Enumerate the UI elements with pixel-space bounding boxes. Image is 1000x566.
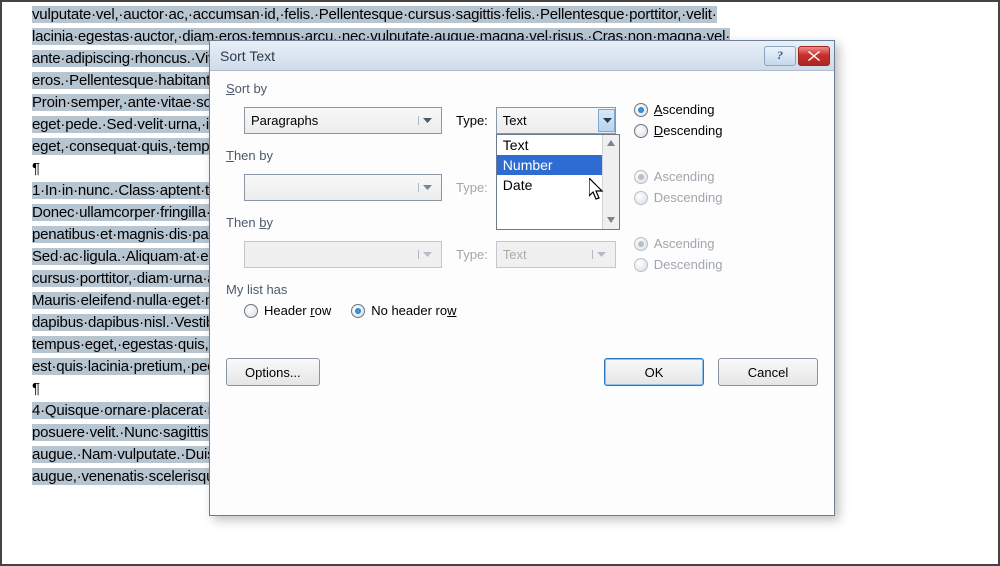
dialog-title: Sort Text [220,48,762,64]
scroll-down-icon[interactable] [603,212,620,229]
dialog-titlebar[interactable]: Sort Text ? [210,41,834,71]
sort-by-field-dropdown[interactable]: Paragraphs [244,107,442,134]
close-icon [808,51,820,61]
chevron-down-icon [418,183,435,192]
then-by-field-dropdown[interactable] [244,174,442,201]
type-label-1: Type: [456,113,488,128]
cancel-button[interactable]: Cancel [718,358,818,386]
ok-button[interactable]: OK [604,358,704,386]
dropdown-scrollbar[interactable] [602,135,619,229]
chevron-down-icon [592,250,609,259]
options-button[interactable]: Options... [226,358,320,386]
sort-text-dialog: Sort Text ? Sort by Paragraphs Type: Tex… [209,40,835,516]
chevron-down-icon [418,250,435,259]
then-by2-field-dropdown [244,241,442,268]
descending-radio-2: Descending [634,190,723,205]
scroll-up-icon[interactable] [603,135,620,152]
ascending-radio-1[interactable]: Ascending [634,102,723,117]
help-button[interactable]: ? [764,46,796,66]
my-list-has-label: My list has [226,282,818,297]
ascending-radio-3: Ascending [634,236,723,251]
type-option-text[interactable]: Text [497,135,619,155]
header-row-radio[interactable]: Header row [244,303,331,318]
sort-by-label: Sort by [226,81,818,96]
type-option-number[interactable]: Number [497,155,619,175]
no-header-row-radio[interactable]: No header row [351,303,456,318]
type-dropdown-list: Text Number Date [496,134,620,230]
chevron-down-icon [598,109,615,132]
descending-radio-1[interactable]: Descending [634,123,723,138]
close-button[interactable] [798,46,830,66]
type-label-2: Type: [456,180,488,195]
then-by2-type-dropdown: Text [496,241,616,268]
type-label-3: Type: [456,247,488,262]
sort-by-type-dropdown[interactable]: Text Text Number Date [496,107,616,134]
chevron-down-icon [418,116,435,125]
descending-radio-3: Descending [634,257,723,272]
type-option-date[interactable]: Date [497,175,619,195]
ascending-radio-2: Ascending [634,169,723,184]
